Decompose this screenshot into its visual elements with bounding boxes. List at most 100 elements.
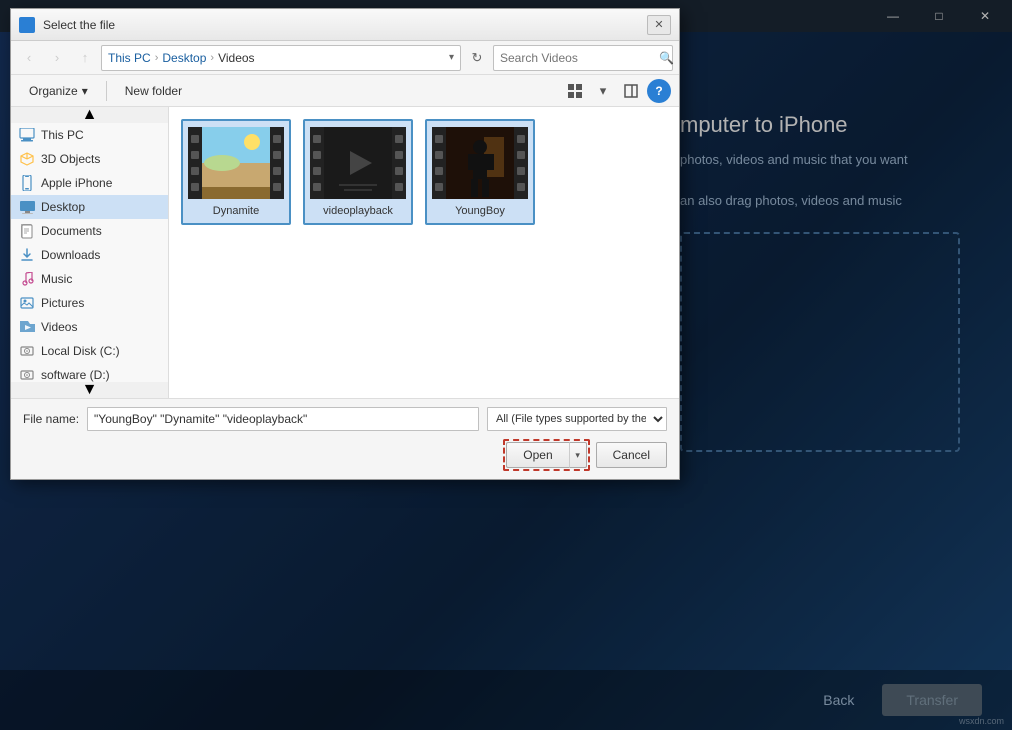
sidebar-music-label: Music	[41, 272, 72, 286]
documents-icon	[19, 223, 35, 239]
file-thumb-dynamite[interactable]: Dynamite	[181, 119, 291, 225]
film-hole	[517, 151, 525, 159]
new-folder-button[interactable]: New folder	[115, 79, 192, 103]
sidebar-item-pictures[interactable]: Pictures	[11, 291, 168, 315]
film-hole	[313, 167, 321, 175]
nav-forward-button[interactable]: ›	[45, 46, 69, 70]
organize-arrow: ▾	[82, 84, 88, 98]
breadcrumb-sep-2: ›	[210, 52, 214, 64]
film-hole	[395, 183, 403, 191]
film-hole	[191, 167, 199, 175]
film-hole	[313, 183, 321, 191]
film-hole	[273, 183, 281, 191]
breadcrumb-dropdown-arrow[interactable]: ▾	[449, 52, 454, 63]
toolbar-separator	[106, 81, 107, 101]
breadcrumb-sep-1: ›	[155, 52, 159, 64]
file-name-videoplayback: videoplayback	[323, 205, 393, 217]
address-bar: ‹ › ↑ This PC › Desktop › Videos ▾ ↻ 🔍	[11, 41, 679, 75]
dialog-close-button[interactable]: ✕	[647, 15, 671, 35]
toolbar-right: ▾ ?	[563, 79, 671, 103]
breadcrumb-videos: Videos	[218, 51, 254, 65]
open-btn-wrapper: Open ▾	[503, 439, 589, 471]
sidebar-item-apple-iphone[interactable]: Apple iPhone	[11, 171, 168, 195]
video-folder-icon	[19, 319, 35, 335]
sidebar-downloads-label: Downloads	[41, 248, 100, 262]
file-thumb-youngboy[interactable]: YoungBoy	[425, 119, 535, 225]
film-hole	[313, 151, 321, 159]
videoplayback-thumb-content	[324, 127, 392, 199]
sidebar-iphone-label: Apple iPhone	[41, 176, 112, 190]
search-icon: 🔍	[659, 51, 674, 65]
open-button[interactable]: Open	[506, 442, 568, 468]
search-box: 🔍	[493, 45, 673, 71]
file-name-youngboy: YoungBoy	[455, 205, 505, 217]
dynamite-thumb-content	[202, 127, 270, 199]
help-button[interactable]: ?	[647, 79, 671, 103]
buttons-row: Open ▾ Cancel	[23, 439, 667, 471]
refresh-button[interactable]: ↻	[465, 46, 489, 70]
dynamite-thumbnail	[188, 127, 284, 199]
sidebar-3d-objects-label: 3D Objects	[41, 152, 100, 166]
phone-icon	[19, 175, 35, 191]
breadcrumb: This PC › Desktop › Videos ▾	[101, 45, 461, 71]
open-dropdown-button[interactable]: ▾	[569, 442, 587, 468]
file-area[interactable]: Dynamite	[169, 107, 679, 398]
sidebar-item-this-pc[interactable]: This PC	[11, 123, 168, 147]
dialog-icon	[19, 17, 35, 33]
film-hole	[435, 135, 443, 143]
dialog-titlebar: Select the file ✕	[11, 9, 679, 41]
sidebar-documents-label: Documents	[41, 224, 102, 238]
file-name-dynamite: Dynamite	[213, 205, 259, 217]
preview-pane-button[interactable]	[619, 79, 643, 103]
sidebar-item-local-disk-c[interactable]: Local Disk (C:)	[11, 339, 168, 363]
sidebar-item-3d-objects[interactable]: 3D Objects	[11, 147, 168, 171]
filename-row: File name: All (File types supported by …	[23, 407, 667, 431]
sidebar-scroll-down[interactable]: ▼	[11, 382, 168, 398]
sidebar-item-downloads[interactable]: Downloads	[11, 243, 168, 267]
breadcrumb-desktop[interactable]: Desktop	[162, 51, 206, 65]
dialog-body: ▲ This PC	[11, 107, 679, 398]
film-hole	[435, 183, 443, 191]
organize-label: Organize	[29, 84, 78, 98]
sidebar-item-documents[interactable]: Documents	[11, 219, 168, 243]
disk-d-icon	[19, 367, 35, 383]
videoplayback-thumbnail	[310, 127, 406, 199]
sidebar-desktop-label: Desktop	[41, 200, 85, 214]
breadcrumb-this-pc[interactable]: This PC	[108, 51, 151, 65]
search-input[interactable]	[500, 51, 655, 65]
organize-button[interactable]: Organize ▾	[19, 79, 98, 103]
sidebar-software-d-label: software (D:)	[41, 368, 110, 382]
sidebar-scroll-up[interactable]: ▲	[11, 107, 168, 123]
film-hole	[273, 135, 281, 143]
watermark: wsxdn.com	[959, 716, 1004, 726]
film-hole	[273, 151, 281, 159]
sidebar-videos-label: Videos	[41, 320, 77, 334]
file-dialog: Select the file ✕ ‹ › ↑ This PC › Deskto…	[10, 8, 680, 480]
view-dropdown-button[interactable]: ▾	[591, 79, 615, 103]
cancel-button[interactable]: Cancel	[596, 442, 667, 468]
sidebar-item-music[interactable]: Music	[11, 267, 168, 291]
film-strip-left-dynamite	[188, 127, 202, 199]
sidebar-this-pc-label: This PC	[41, 128, 84, 142]
file-thumb-videoplayback[interactable]: videoplayback	[303, 119, 413, 225]
film-hole	[435, 167, 443, 175]
sidebar-pictures-label: Pictures	[41, 296, 84, 310]
film-hole	[435, 151, 443, 159]
nav-back-button[interactable]: ‹	[17, 46, 41, 70]
filetype-select[interactable]: All (File types supported by the	[487, 407, 667, 431]
sidebar-item-desktop[interactable]: Desktop	[11, 195, 168, 219]
filename-input[interactable]	[87, 407, 479, 431]
sidebar-item-videos[interactable]: Videos	[11, 315, 168, 339]
film-hole	[191, 151, 199, 159]
cube-icon	[19, 151, 35, 167]
view-change-button[interactable]	[563, 79, 587, 103]
desktop-icon	[19, 199, 35, 215]
film-hole	[191, 183, 199, 191]
film-strip-right-videoplayback	[392, 127, 406, 199]
film-strip-right-youngboy	[514, 127, 528, 199]
sidebar: ▲ This PC	[11, 107, 169, 398]
film-strip-right-dynamite	[270, 127, 284, 199]
film-hole	[517, 135, 525, 143]
filename-label: File name:	[23, 412, 79, 426]
nav-up-button[interactable]: ↑	[73, 46, 97, 70]
